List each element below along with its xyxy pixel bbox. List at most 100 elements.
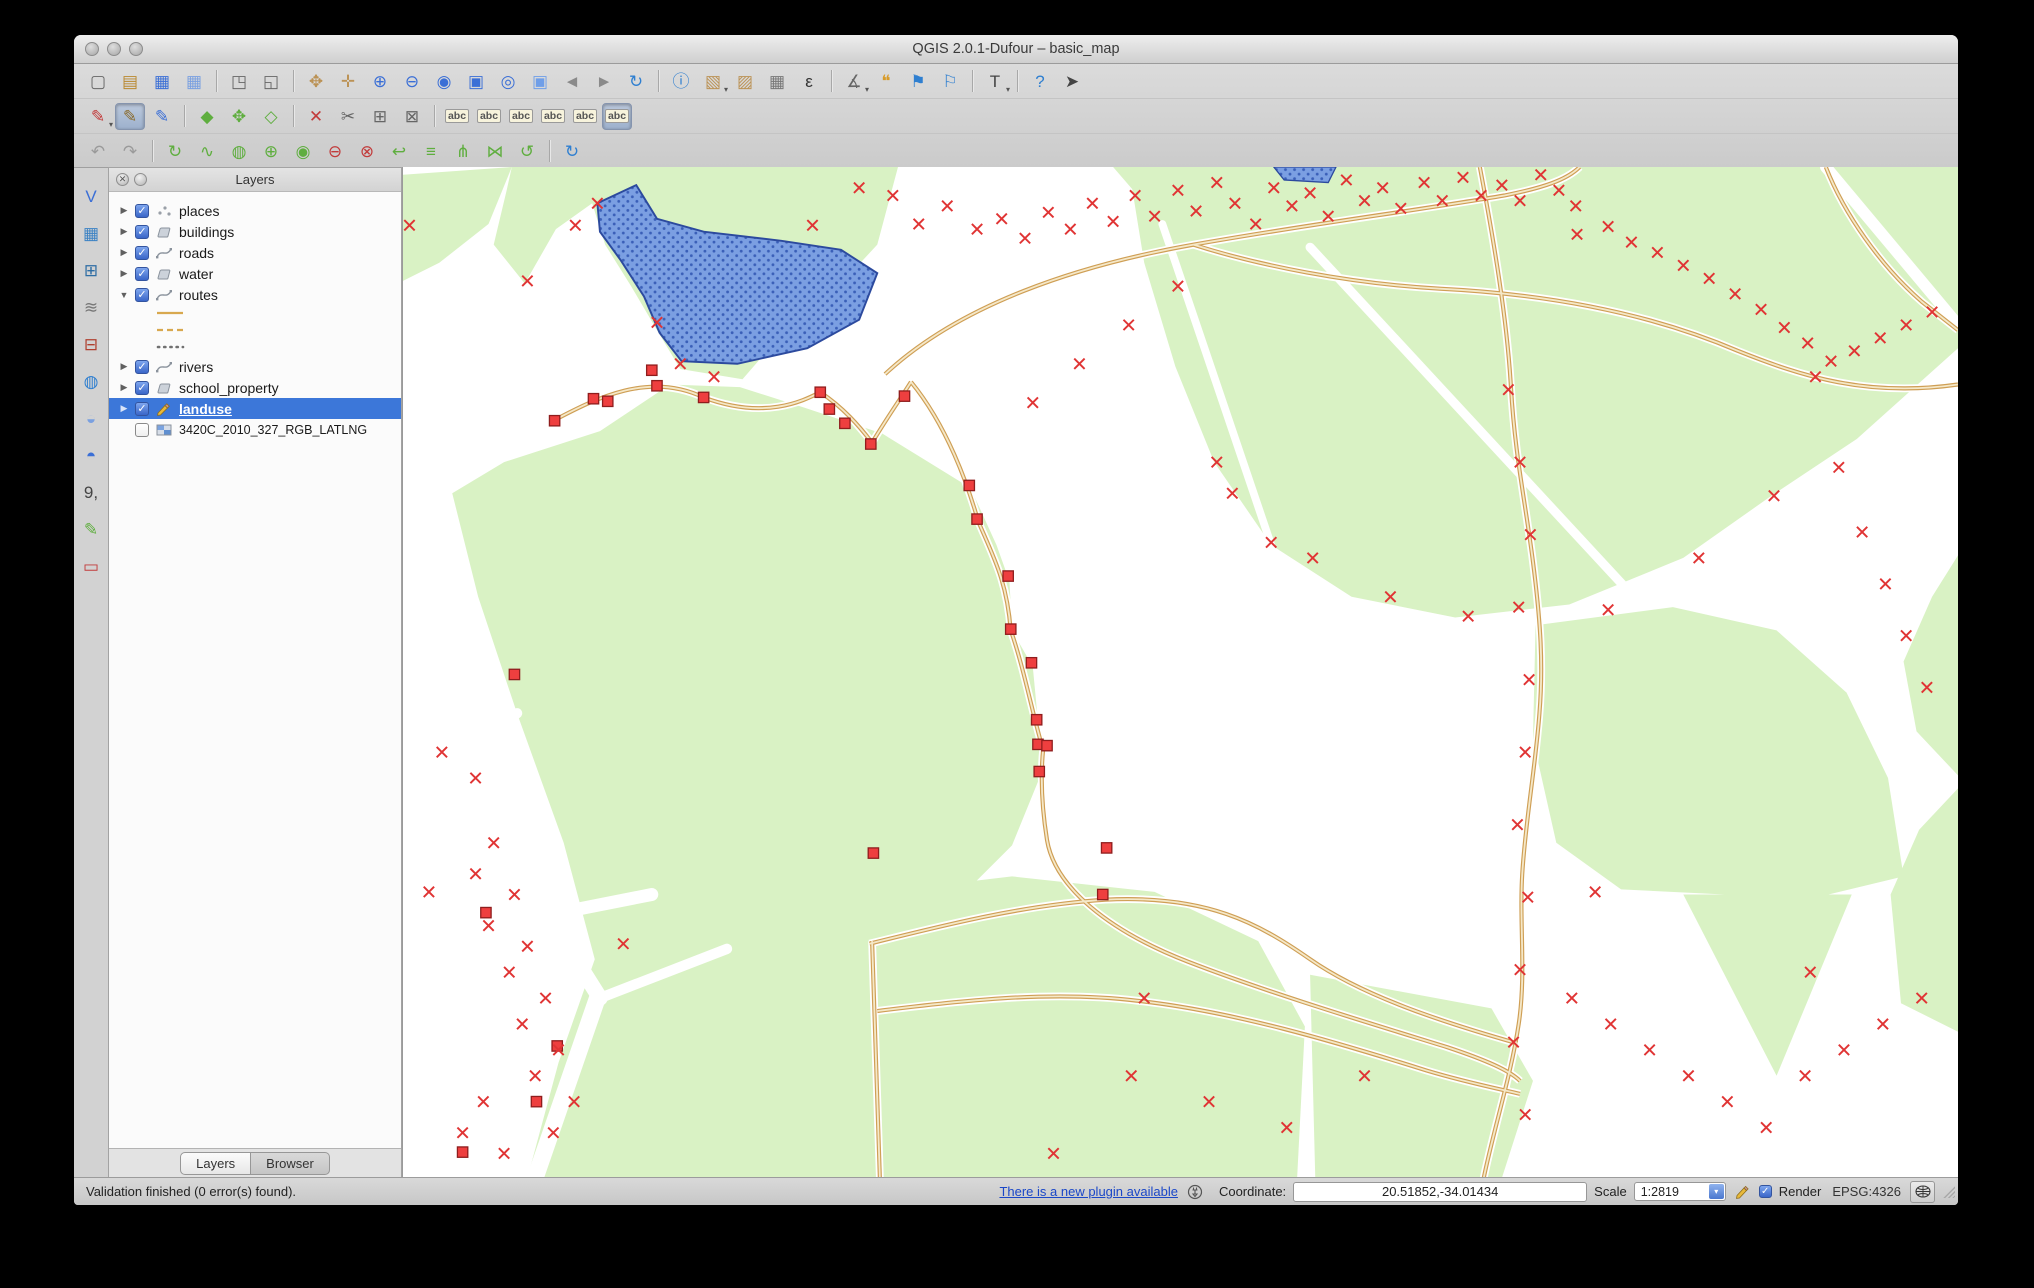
titlebar[interactable]: QGIS 2.0.1-Dufour – basic_map — [74, 35, 1958, 64]
identify-features-icon[interactable]: ⓘ — [666, 68, 696, 95]
add-wfs-layer-icon[interactable]: ◓ — [78, 442, 104, 468]
zoom-to-selection-icon[interactable]: ◎ — [493, 68, 523, 95]
undo-icon[interactable]: ↶ — [83, 138, 113, 165]
expand-arrow-icon[interactable]: ▶ — [118, 382, 130, 393]
scale-combo[interactable]: 1:2819 ▾ — [1633, 1182, 1726, 1201]
dropdown-arrow-icon[interactable]: ▾ — [1006, 85, 1010, 94]
expand-arrow-icon[interactable]: ▶ — [118, 226, 130, 237]
merge-features-icon[interactable]: ⋈ — [480, 138, 510, 165]
field-calculator-icon[interactable]: ε — [794, 68, 824, 95]
refresh-map-icon[interactable]: ↻ — [621, 68, 651, 95]
add-oracle-layer-icon[interactable]: ⊟ — [78, 331, 104, 357]
zoom-next-icon[interactable]: ► — [589, 68, 619, 95]
render-checkbox[interactable]: ✓ — [1758, 1185, 1772, 1198]
offset-curve-icon[interactable]: ≡ — [416, 138, 446, 165]
remove-layer-icon[interactable]: ▭ — [78, 553, 104, 579]
zoom-native-icon[interactable]: ◉ — [429, 68, 459, 95]
zoom-in-icon[interactable]: ⊕ — [365, 68, 395, 95]
sidebar-item-roads[interactable]: ▶ ✓ roads — [109, 242, 401, 263]
sidebar-item-buildings[interactable]: ▶ ✓ buildings — [109, 221, 401, 242]
expand-arrow-icon[interactable]: ▶ — [118, 247, 130, 258]
redraw-icon[interactable]: ↻ — [557, 138, 587, 165]
add-ring-icon[interactable]: ◍ — [224, 138, 254, 165]
label-icon[interactable]: abc — [442, 103, 472, 130]
add-delimited-text-layer-icon[interactable]: 9, — [78, 479, 104, 505]
layer-visibility-checkbox[interactable]: ✓ — [135, 287, 149, 302]
layer-visibility-checkbox[interactable]: ✓ — [135, 245, 149, 260]
minimize-window-button[interactable] — [107, 42, 121, 56]
zoom-window-button[interactable] — [129, 42, 143, 56]
close-window-button[interactable] — [85, 42, 99, 56]
pencil-icon[interactable] — [1733, 1183, 1751, 1201]
sidebar-item-school-property[interactable]: ▶ ✓ school_property — [109, 377, 401, 398]
layer-visibility-checkbox[interactable]: ✓ — [135, 203, 149, 218]
reshape-features-icon[interactable]: ↩ — [384, 138, 414, 165]
panel-close-icon[interactable]: ✕ — [116, 173, 129, 186]
dropdown-arrow-icon[interactable]: ▾ — [865, 85, 869, 94]
pan-to-selection-icon[interactable]: ✛ — [333, 68, 363, 95]
select-features-icon[interactable]: ▧ ▾ — [698, 68, 728, 95]
sidebar-item-routes[interactable]: ▼ ✓ routes — [109, 284, 401, 305]
help-icon[interactable]: ? — [1025, 68, 1055, 95]
fill-ring-icon[interactable]: ◉ — [288, 138, 318, 165]
text-annotation-icon[interactable]: T ▾ — [980, 68, 1010, 95]
copy-features-icon[interactable]: ⊞ — [365, 103, 395, 130]
label-move-icon[interactable]: abc — [538, 103, 568, 130]
expand-arrow-icon[interactable]: ▶ — [118, 361, 130, 372]
deselect-features-icon[interactable]: ▨ — [730, 68, 760, 95]
panel-tab-browser[interactable]: Browser — [251, 1152, 330, 1175]
plugin-icon[interactable] — [1186, 1183, 1204, 1201]
label-rotate-icon[interactable]: abc — [570, 103, 600, 130]
label-properties-icon[interactable]: abc — [602, 102, 632, 130]
save-project-icon[interactable]: ▦ — [147, 68, 177, 95]
layer-visibility-checkbox[interactable] — [135, 422, 149, 437]
resize-grip[interactable] — [1942, 1185, 1955, 1198]
add-wcs-layer-icon[interactable]: ◒ — [78, 405, 104, 431]
add-raster-layer-icon[interactable]: ▦ — [78, 220, 104, 246]
delete-ring-icon[interactable]: ⊖ — [320, 138, 350, 165]
cut-features-icon[interactable]: ✂ — [333, 103, 363, 130]
show-bookmarks-icon[interactable]: ⚐ — [935, 68, 965, 95]
zoom-full-icon[interactable]: ▣ — [461, 68, 491, 95]
layer-visibility-checkbox[interactable]: ✓ — [135, 359, 149, 374]
expand-arrow-icon[interactable]: ▶ — [118, 268, 130, 279]
new-project-icon[interactable]: ▢ — [83, 68, 113, 95]
scale-dropdown-icon[interactable]: ▾ — [1708, 1184, 1724, 1199]
legend-swatch-row[interactable] — [109, 322, 401, 339]
crs-status-button[interactable] — [1910, 1180, 1935, 1203]
sidebar-item-rivers[interactable]: ▶ ✓ rivers — [109, 356, 401, 377]
delete-selected-icon[interactable]: ✕ — [301, 103, 331, 130]
new-shapefile-layer-icon[interactable]: ✎ — [78, 516, 104, 542]
save-project-as-icon[interactable]: ▦ — [179, 68, 209, 95]
map-tips-icon[interactable]: ❝ — [871, 68, 901, 95]
add-feature-icon[interactable]: ◆ — [192, 103, 222, 130]
open-project-icon[interactable]: ▤ — [115, 68, 145, 95]
layer-visibility-checkbox[interactable]: ✓ — [135, 224, 149, 239]
save-layer-edits-icon[interactable]: ✎ — [147, 103, 177, 130]
open-attribute-table-icon[interactable]: ▦ — [762, 68, 792, 95]
delete-part-icon[interactable]: ⊗ — [352, 138, 382, 165]
sidebar-item-places[interactable]: ▶ ✓ places — [109, 200, 401, 221]
zoom-to-layer-icon[interactable]: ▣ — [525, 68, 555, 95]
move-feature-icon[interactable]: ✥ — [224, 103, 254, 130]
panel-detach-icon[interactable] — [134, 173, 147, 186]
paste-features-icon[interactable]: ⊠ — [397, 103, 427, 130]
sidebar-item-3420c-2010-327-rgb-latlng[interactable]: 3420C_2010_327_RGB_LATLNG — [109, 419, 401, 440]
legend-swatch-row[interactable] — [109, 305, 401, 322]
expand-arrow-icon[interactable]: ▶ — [118, 403, 130, 414]
pan-map-icon[interactable]: ✥ — [301, 68, 331, 95]
coordinate-input[interactable]: 20.51852,-34.01434 — [1293, 1181, 1588, 1202]
new-bookmark-icon[interactable]: ⚑ — [903, 68, 933, 95]
label-pin-icon[interactable]: abc — [474, 103, 504, 130]
composer-manager-icon[interactable]: ◱ — [256, 68, 286, 95]
toggle-editing-icon[interactable]: ✎ — [115, 102, 145, 130]
add-spatialite-layer-icon[interactable]: ≋ — [78, 294, 104, 320]
panel-tab-layers[interactable]: Layers — [180, 1152, 252, 1175]
sidebar-item-water[interactable]: ▶ ✓ water — [109, 263, 401, 284]
rotate-feature-icon[interactable]: ↻ — [160, 138, 190, 165]
split-features-icon[interactable]: ⋔ — [448, 138, 478, 165]
zoom-out-icon[interactable]: ⊖ — [397, 68, 427, 95]
current-edits-icon[interactable]: ✎ ▾ — [83, 103, 113, 130]
plugin-link[interactable]: There is a new plugin available — [999, 1184, 1178, 1199]
whats-this-icon[interactable]: ➤ — [1057, 68, 1087, 95]
